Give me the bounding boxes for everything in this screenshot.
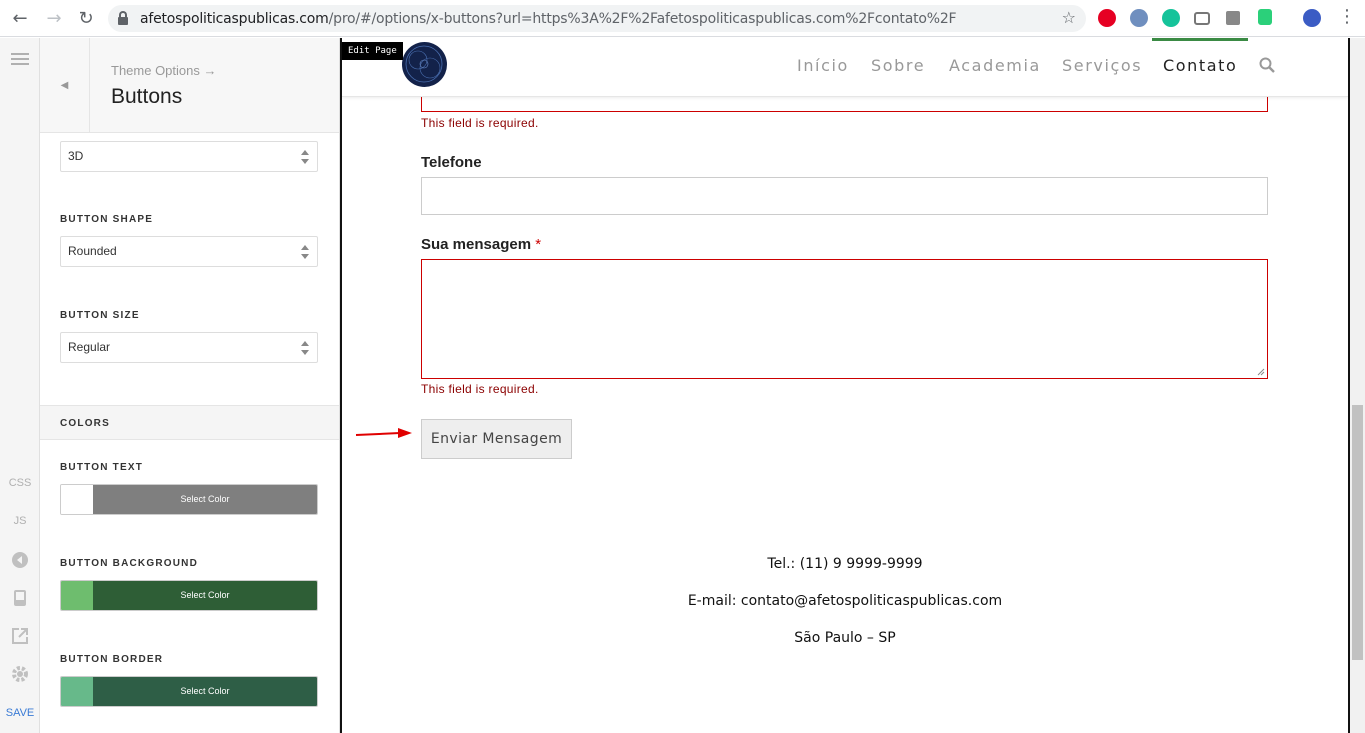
phone-field[interactable] — [421, 177, 1268, 215]
button-border-color-label: BUTTON BORDER — [60, 654, 164, 665]
gear-icon[interactable] — [0, 665, 40, 686]
color-swatch[interactable] — [61, 581, 93, 610]
reload-icon[interactable]: ↻ — [74, 7, 98, 31]
camera-extension-icon[interactable] — [1194, 12, 1210, 25]
nav-item-servicos[interactable]: Serviços — [1062, 56, 1142, 75]
button-size-select[interactable]: Regular — [60, 332, 318, 363]
browser-menu-icon[interactable]: ⋮ — [1338, 6, 1356, 27]
menu-icon[interactable] — [0, 50, 40, 68]
required-error-message: This field is required. — [421, 382, 539, 396]
edit-page-label[interactable]: Edit Page — [342, 42, 403, 60]
select-arrows-icon — [301, 341, 309, 355]
select-arrows-icon — [301, 245, 309, 259]
extension-icon[interactable] — [1130, 9, 1148, 27]
footer-phone: Tel.: (11) 9 9999-9999 — [767, 556, 923, 572]
message-label: Sua mensagem * — [421, 236, 542, 253]
theme-options-panel: ◀ Theme Options → Buttons 3D BUTTON SHAP… — [40, 38, 340, 733]
preview-scrollbar[interactable] — [1350, 38, 1365, 733]
button-border-color-picker[interactable]: Select Color — [60, 676, 318, 707]
nav-item-inicio[interactable]: Início — [797, 56, 849, 75]
address-bar[interactable]: afetospoliticaspublicas.com/pro/#/option… — [108, 5, 1086, 32]
colors-section-header: COLORS — [40, 405, 339, 440]
message-textarea[interactable] — [421, 259, 1268, 379]
phone-label: Telefone — [421, 154, 482, 171]
nav-item-sobre[interactable]: Sobre — [871, 56, 925, 75]
button-background-color-label: BUTTON BACKGROUND — [60, 558, 198, 569]
device-preview-icon[interactable] — [0, 589, 40, 610]
color-swatch[interactable] — [61, 485, 93, 514]
panel-header: ◀ Theme Options → Buttons — [40, 38, 339, 133]
footer-city: São Paulo – SP — [794, 630, 896, 646]
button-text-color-label: BUTTON TEXT — [60, 462, 144, 473]
scrollbar-thumb[interactable] — [1352, 405, 1363, 660]
resize-handle-icon[interactable] — [1257, 368, 1265, 376]
footer-email: E-mail: contato@afetospoliticaspublicas.… — [687, 593, 1003, 609]
extension-icon[interactable] — [1258, 9, 1272, 25]
red-arrow-icon — [355, 428, 412, 438]
select-color-button[interactable]: Select Color — [93, 485, 317, 514]
nav-item-academia[interactable]: Academia — [949, 56, 1041, 75]
lock-icon — [118, 11, 128, 25]
required-error-message: This field is required. — [421, 116, 539, 130]
button-text-color-picker[interactable]: Select Color — [60, 484, 318, 515]
button-shape-label: BUTTON SHAPE — [60, 214, 154, 225]
eyedropper-extension-icon[interactable] — [1226, 11, 1240, 25]
profile-avatar-icon[interactable] — [1303, 9, 1321, 27]
nav-item-contato[interactable]: Contato — [1163, 56, 1237, 75]
site-header: Edit Page Início Sobre Academia Serviços… — [342, 38, 1348, 97]
select-arrows-icon — [301, 150, 309, 164]
select-color-button[interactable]: Select Color — [93, 581, 317, 610]
active-nav-indicator — [1152, 38, 1248, 41]
js-button[interactable]: JS — [0, 515, 40, 527]
url-text: afetospoliticaspublicas.com/pro/#/option… — [140, 11, 957, 27]
select-color-button[interactable]: Select Color — [93, 677, 317, 706]
css-button[interactable]: CSS — [0, 477, 40, 489]
back-circle-icon[interactable] — [0, 551, 40, 572]
save-button[interactable]: SAVE — [0, 707, 40, 719]
bookmark-star-icon[interactable]: ☆ — [1062, 8, 1076, 27]
button-size-label: BUTTON SIZE — [60, 310, 140, 321]
grammarly-extension-icon[interactable] — [1162, 9, 1180, 27]
site-preview: This field is required. Telefone Sua men… — [340, 38, 1350, 733]
button-style-select[interactable]: 3D — [60, 141, 318, 172]
forward-arrow-icon[interactable]: → — [42, 7, 66, 31]
button-shape-select[interactable]: Rounded — [60, 236, 318, 267]
external-link-icon[interactable] — [0, 627, 40, 648]
customizer-rail: CSS JS SAVE — [0, 38, 40, 733]
search-icon[interactable] — [1259, 57, 1275, 73]
required-star: * — [535, 236, 542, 253]
page-title: Buttons — [111, 85, 183, 108]
panel-back-button[interactable]: ◀ — [40, 38, 90, 133]
back-arrow-icon[interactable]: ← — [8, 7, 32, 31]
send-message-button[interactable]: Enviar Mensagem — [421, 419, 572, 459]
breadcrumb[interactable]: Theme Options → — [111, 63, 217, 78]
pinterest-extension-icon[interactable] — [1098, 9, 1116, 27]
site-logo[interactable] — [402, 42, 447, 87]
color-swatch[interactable] — [61, 677, 93, 706]
browser-toolbar: ← → ↻ afetospoliticaspublicas.com/pro/#/… — [0, 0, 1365, 37]
button-background-color-picker[interactable]: Select Color — [60, 580, 318, 611]
